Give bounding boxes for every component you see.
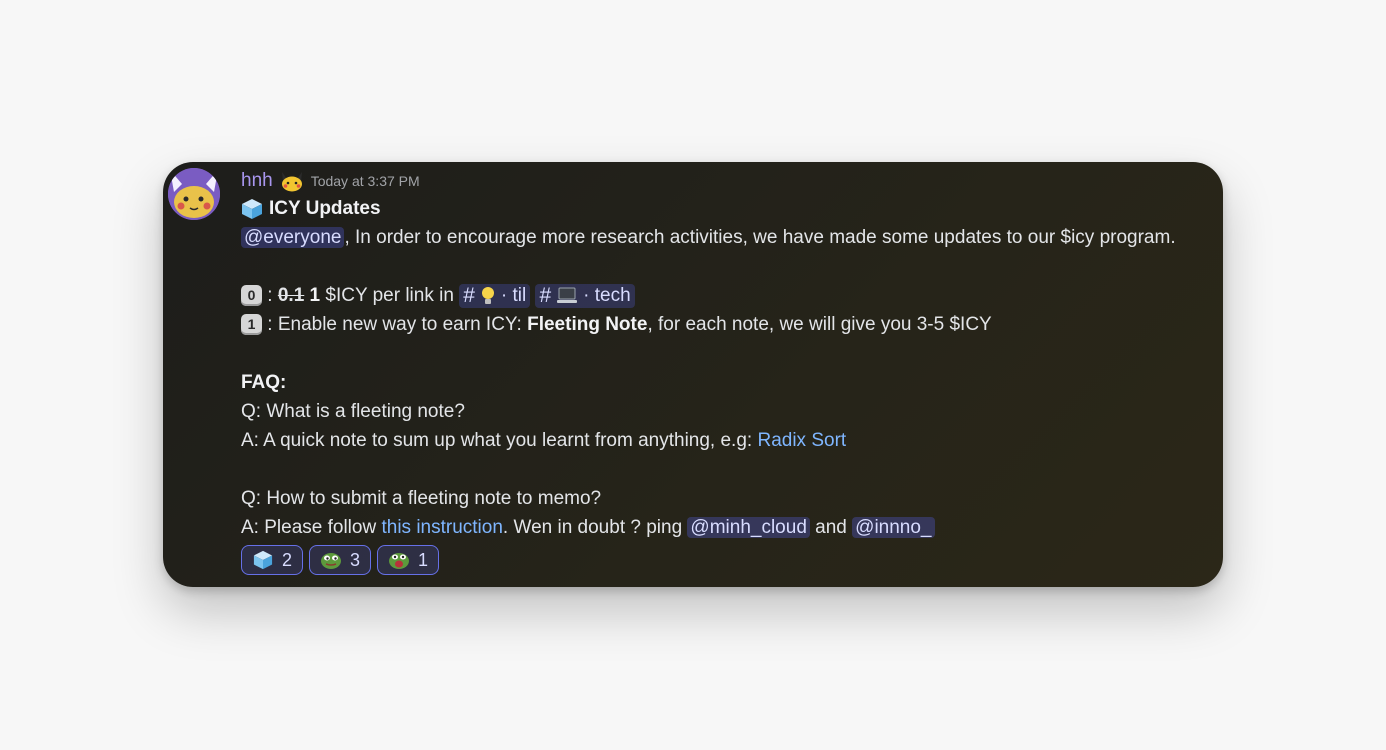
lightbulb-icon (481, 286, 494, 304)
faq-q2: Q: How to submit a fleeting note to memo… (241, 488, 602, 509)
pepe-shout-icon (388, 550, 410, 570)
ice-cube-icon (252, 550, 274, 570)
reaction-pepe-frog[interactable]: 3 (309, 545, 372, 575)
message-header: hnh Today at 3:37 PM (241, 168, 1223, 194)
faq-q1: Q: What is a fleeting note? (241, 401, 465, 422)
channel-tech[interactable]: # · tech (535, 283, 635, 308)
laptop-icon (557, 287, 578, 303)
reactions-bar: 2 3 1 (241, 545, 1223, 575)
message-timestamp: Today at 3:37 PM (310, 173, 420, 189)
faq-a1-text: A: A quick note to sum up what you learn… (241, 430, 758, 451)
ice-cube-icon (241, 198, 263, 220)
new-value: 1 (309, 285, 321, 306)
reaction-pepe-shout[interactable]: 1 (377, 545, 440, 575)
intro-text: , In order to encourage more research ac… (344, 227, 1176, 248)
username[interactable]: hnh (241, 170, 273, 192)
reaction-ice-cube[interactable]: 2 (241, 545, 304, 575)
faq-title: FAQ: (241, 372, 287, 393)
fleeting-note-bold: Fleeting Note (527, 314, 648, 335)
pikachu-role-icon (279, 170, 305, 192)
radix-sort-link[interactable]: Radix Sort (757, 430, 846, 451)
pepe-frog-icon (320, 550, 342, 570)
reaction-count: 3 (350, 549, 361, 570)
channel-tech-label: · tech (583, 284, 631, 306)
user-avatar[interactable] (168, 168, 220, 220)
mention-minh-cloud[interactable]: @minh_cloud (687, 517, 810, 538)
hash-icon: # (463, 283, 475, 307)
faq-a2-text: A: Please follow (241, 517, 382, 538)
keycap-zero-icon: 0 (241, 285, 262, 307)
message-content: hnh Today at 3:37 PM ICY Updates @everyo… (241, 168, 1223, 575)
mention-innno[interactable]: @innno_ (852, 517, 935, 538)
old-value: 0.1 (277, 285, 305, 306)
faq-a2-text2: . Wen in doubt ? ping (502, 517, 688, 538)
item1-text-b: , for each note, we will give you 3-5 $I… (647, 314, 992, 335)
channel-til-label: · til (500, 284, 527, 306)
item0-text: $ICY per link in (320, 285, 460, 306)
item1-text-a: : Enable new way to earn ICY: (262, 314, 528, 335)
intro-line: @everyone, In order to encourage more re… (241, 223, 1223, 252)
title-line: ICY Updates (241, 194, 1223, 223)
and-text: and (809, 517, 853, 538)
item0-line: 0 : 0.1 1 $ICY per link in # · til # · tec… (241, 281, 1223, 310)
hash-icon: # (539, 283, 552, 307)
pikachu-avatar-icon (168, 168, 220, 220)
item1-line: 1 : Enable new way to earn ICY: Fleeting… (241, 310, 1223, 339)
faq-a2: A: Please follow this instruction. Wen i… (241, 513, 1223, 542)
faq-a1: A: A quick note to sum up what you learn… (241, 426, 1223, 455)
reaction-count: 1 (418, 549, 429, 570)
keycap-one-icon: 1 (241, 314, 262, 336)
reaction-count: 2 (282, 549, 293, 570)
message-title: ICY Updates (269, 198, 381, 219)
instruction-link[interactable]: this instruction (381, 517, 502, 538)
mention-everyone[interactable]: @everyone (241, 227, 345, 248)
message-card: hnh Today at 3:37 PM ICY Updates @everyo… (163, 162, 1223, 587)
item0-sep: : (262, 285, 278, 306)
channel-til[interactable]: # · til (459, 283, 531, 308)
